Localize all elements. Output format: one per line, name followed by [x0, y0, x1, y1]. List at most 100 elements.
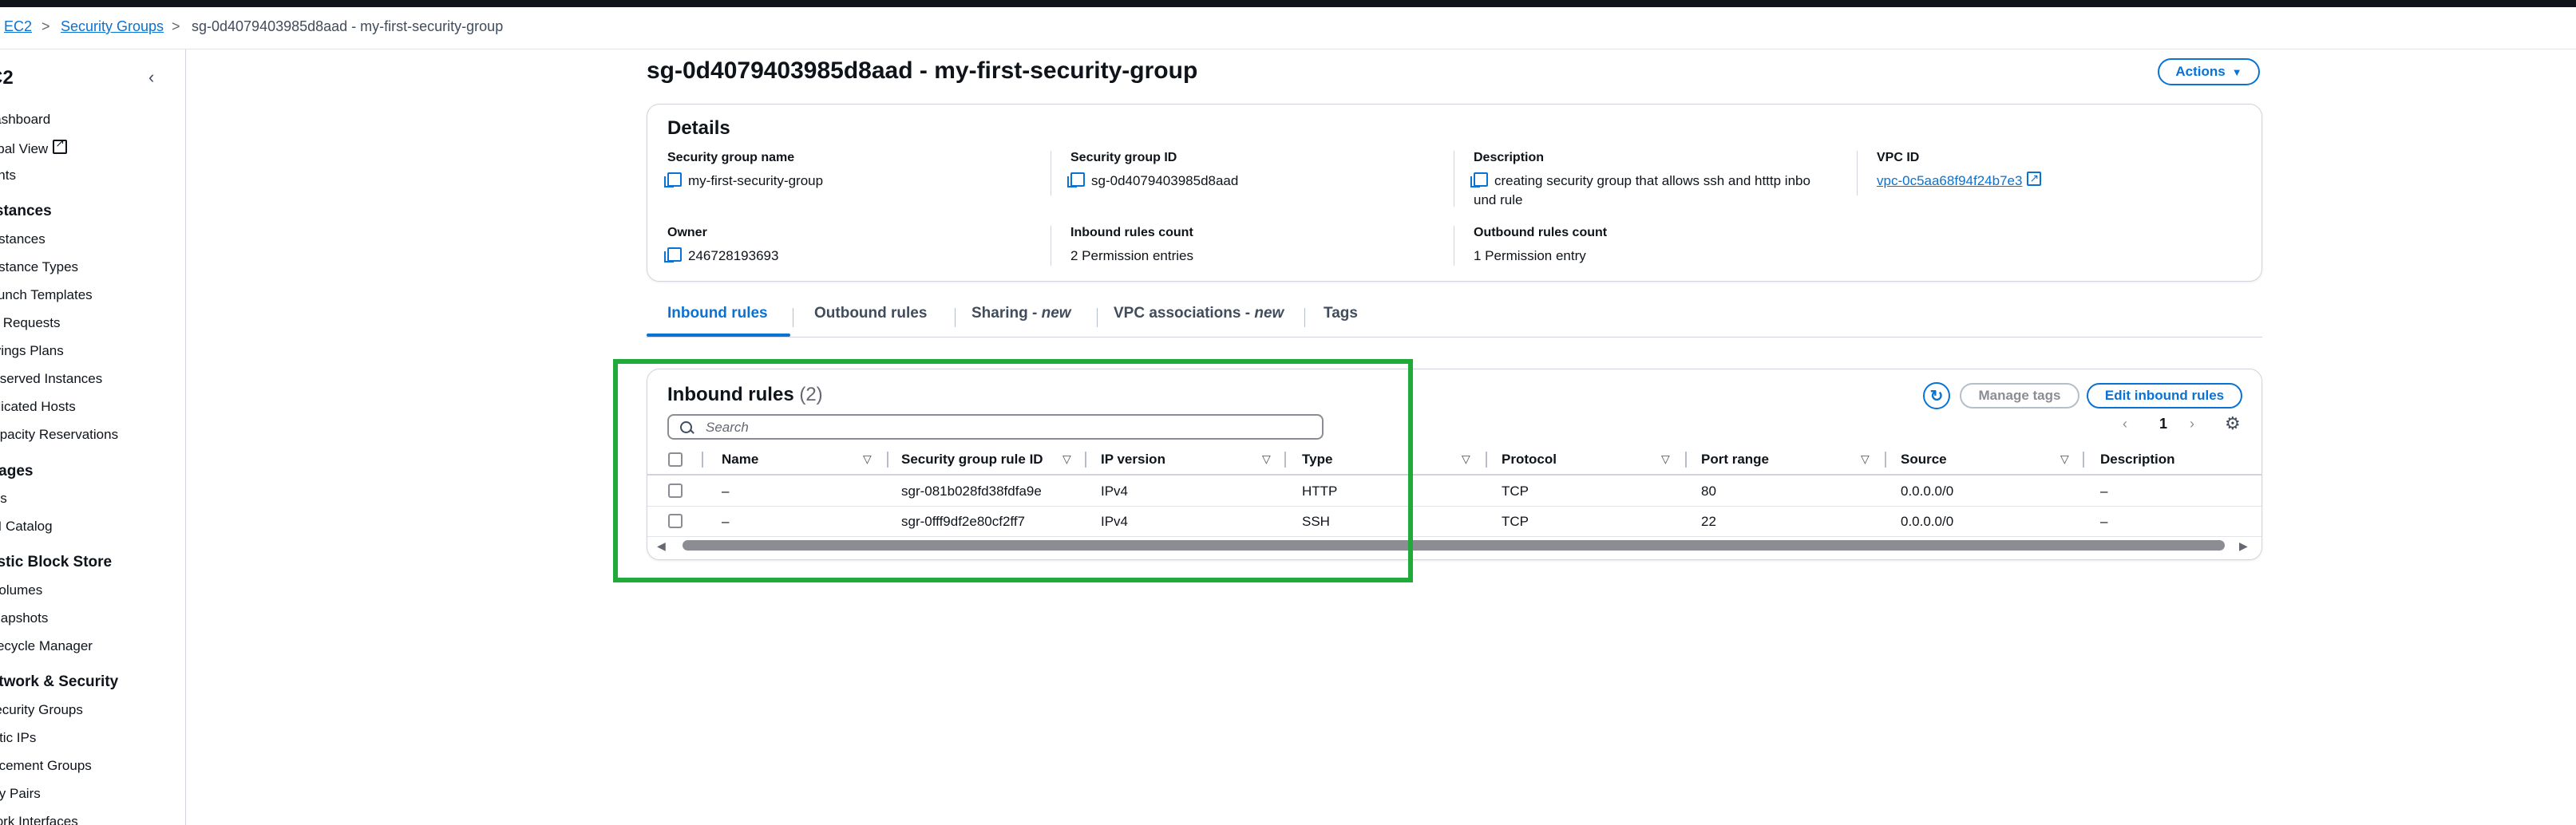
sidebar-item-capacity-reservations[interactable]: Capacity Reservations	[0, 427, 118, 443]
refresh-button[interactable]: ↻	[1923, 382, 1950, 409]
inbound-count-field: Inbound rules count 2 Permission entries	[1070, 226, 1193, 266]
previous-page-icon[interactable]: ‹	[2123, 416, 2127, 432]
vpc-id-link[interactable]: vpc-0c5aa68f94f24b7e3	[1877, 173, 2022, 188]
tab-divider	[1097, 308, 1098, 327]
sidebar-item-dashboard[interactable]: Dashboard	[0, 112, 50, 128]
copy-icon[interactable]	[1067, 172, 1085, 188]
column-header-port-range[interactable]: Port range	[1701, 452, 1769, 468]
tab-sharing[interactable]: Sharing - new	[971, 305, 1071, 322]
description-field: Description creating security group that…	[1470, 151, 1810, 207]
page-number[interactable]: 1	[2159, 416, 2167, 432]
breadcrumb-separator: >	[172, 18, 180, 34]
details-panel: Details Security group name my-first-sec…	[647, 104, 2262, 282]
cell-description: –	[2100, 484, 2108, 499]
sidebar-section-network-security[interactable]: Network & Security	[0, 673, 118, 691]
sort-icon[interactable]: ▽	[2060, 452, 2069, 466]
sidebar-section-ebs[interactable]: Elastic Block Store	[0, 554, 112, 571]
sort-icon[interactable]: ▽	[1861, 452, 1870, 466]
edit-inbound-rules-button[interactable]: Edit inbound rules	[2087, 383, 2242, 409]
cell-port-range: 22	[1701, 514, 1716, 529]
sidebar-item-launch-templates[interactable]: Launch Templates	[0, 287, 93, 303]
sidebar-item-instance-types[interactable]: Instance Types	[0, 259, 78, 275]
sidebar-section-images[interactable]: Images	[0, 463, 33, 480]
owner-field: Owner 246728193693	[664, 226, 779, 263]
sidebar-item-key-pairs[interactable]: Key Pairs	[0, 786, 41, 802]
manage-tags-button[interactable]: Manage tags	[1960, 383, 2079, 409]
sidebar-item-placement-groups[interactable]: Placement Groups	[0, 758, 92, 774]
collapse-sidebar-icon[interactable]: ‹	[148, 67, 154, 88]
tab-outbound-rules[interactable]: Outbound rules	[814, 305, 927, 322]
column-divider	[1885, 452, 1886, 468]
inbound-count-value: 2 Permission entries	[1070, 248, 1194, 263]
sidebar-item-reserved-instances[interactable]: Reserved Instances	[0, 371, 102, 387]
external-link-icon[interactable]	[2027, 168, 2042, 188]
scroll-right-icon[interactable]: ▶	[2239, 539, 2248, 553]
description-value: creating security group that allows ssh …	[1494, 173, 1810, 188]
sidebar-item-volumes[interactable]: Volumes	[0, 582, 42, 598]
sidebar-item-amis[interactable]: AMIs	[0, 491, 7, 507]
column-header-source[interactable]: Source	[1901, 452, 1947, 468]
sg-id-value: sg-0d4079403985d8aad	[1091, 173, 1239, 188]
cell-port-range: 80	[1701, 484, 1716, 499]
sidebar-item-lifecycle-manager[interactable]: Lifecycle Manager	[0, 638, 93, 654]
tab-divider	[1304, 308, 1305, 327]
external-link-icon	[53, 136, 68, 154]
outbound-count-value: 1 Permission entry	[1474, 248, 1586, 263]
tab-tags[interactable]: Tags	[1324, 305, 1358, 322]
sidebar-nav: EC2 ‹ Dashboard EC2 Global View Events I…	[0, 49, 186, 825]
sidebar-item-savings-plans[interactable]: Savings Plans	[0, 343, 64, 359]
column-divider	[1685, 452, 1687, 468]
sidebar-item-elastic-ips[interactable]: Elastic IPs	[0, 730, 36, 746]
actions-button[interactable]: Actions ▼	[2158, 58, 2260, 85]
cell-description: –	[2100, 514, 2108, 529]
sidebar-item-dedicated-hosts[interactable]: Dedicated Hosts	[0, 399, 76, 415]
column-header-description[interactable]: Description	[2100, 452, 2175, 468]
column-header-protocol[interactable]: Protocol	[1502, 452, 1557, 468]
sg-name-value: my-first-security-group	[688, 173, 824, 188]
top-bar	[0, 0, 2576, 7]
cell-protocol: TCP	[1502, 484, 1529, 499]
details-title: Details	[667, 117, 730, 139]
sort-icon[interactable]: ▽	[1661, 452, 1670, 466]
sort-icon[interactable]: ▽	[1462, 452, 1470, 466]
sidebar-item-snapshots[interactable]: Snapshots	[0, 610, 48, 626]
sidebar-item-security-groups[interactable]: Security Groups	[0, 702, 83, 718]
sidebar-section-instances[interactable]: Instances	[0, 203, 52, 220]
sidebar-item-global-view[interactable]: EC2 Global View	[0, 136, 68, 157]
sidebar-item-ami-catalog[interactable]: AMI Catalog	[0, 519, 53, 535]
copy-icon[interactable]	[664, 172, 682, 188]
breadcrumb-ec2-link[interactable]: EC2	[4, 18, 32, 35]
sidebar-item-network-interfaces[interactable]: Network Interfaces	[0, 814, 78, 825]
cell-protocol: TCP	[1502, 514, 1529, 529]
page-title: sg-0d4079403985d8aad - my-first-security…	[647, 57, 1198, 84]
cell-source: 0.0.0.0/0	[1901, 484, 1954, 499]
gear-icon[interactable]: ⚙	[2225, 415, 2241, 432]
tab-bar: Inbound rules Outbound rules Sharing - n…	[647, 295, 2262, 338]
divider	[1857, 151, 1858, 195]
vpc-id-field: VPC ID vpc-0c5aa68f94f24b7e3	[1877, 151, 2042, 191]
description-value-wrap: und rule	[1474, 192, 1523, 207]
next-page-icon[interactable]: ›	[2190, 416, 2194, 432]
copy-icon[interactable]	[1470, 172, 1488, 188]
breadcrumb-security-groups-link[interactable]: Security Groups	[61, 18, 164, 35]
sidebar-item-events[interactable]: Events	[0, 168, 16, 184]
copy-icon[interactable]	[664, 247, 682, 262]
sidebar-title: EC2	[0, 67, 14, 89]
column-divider	[2083, 452, 2084, 468]
sg-name-field: Security group name my-first-security-gr…	[664, 151, 824, 188]
column-divider	[1486, 452, 1487, 468]
tab-vpc-associations[interactable]: VPC associations - new	[1114, 305, 1284, 322]
sidebar-item-spot-requests[interactable]: Spot Requests	[0, 315, 61, 331]
cell-source: 0.0.0.0/0	[1901, 514, 1954, 529]
refresh-icon: ↻	[1929, 387, 1944, 405]
sidebar-item-instances[interactable]: Instances	[0, 231, 46, 247]
owner-value: 246728193693	[688, 248, 779, 263]
highlight-annotation-box	[613, 359, 1413, 582]
outbound-count-field: Outbound rules count 1 Permission entry	[1474, 226, 1607, 266]
active-tab-indicator	[647, 334, 790, 337]
caret-down-icon: ▼	[2231, 65, 2242, 78]
tab-divider	[955, 308, 956, 327]
tab-inbound-rules[interactable]: Inbound rules	[667, 305, 768, 322]
breadcrumb-current: sg-0d4079403985d8aad - my-first-security…	[192, 18, 504, 34]
breadcrumb-separator: >	[42, 18, 50, 34]
